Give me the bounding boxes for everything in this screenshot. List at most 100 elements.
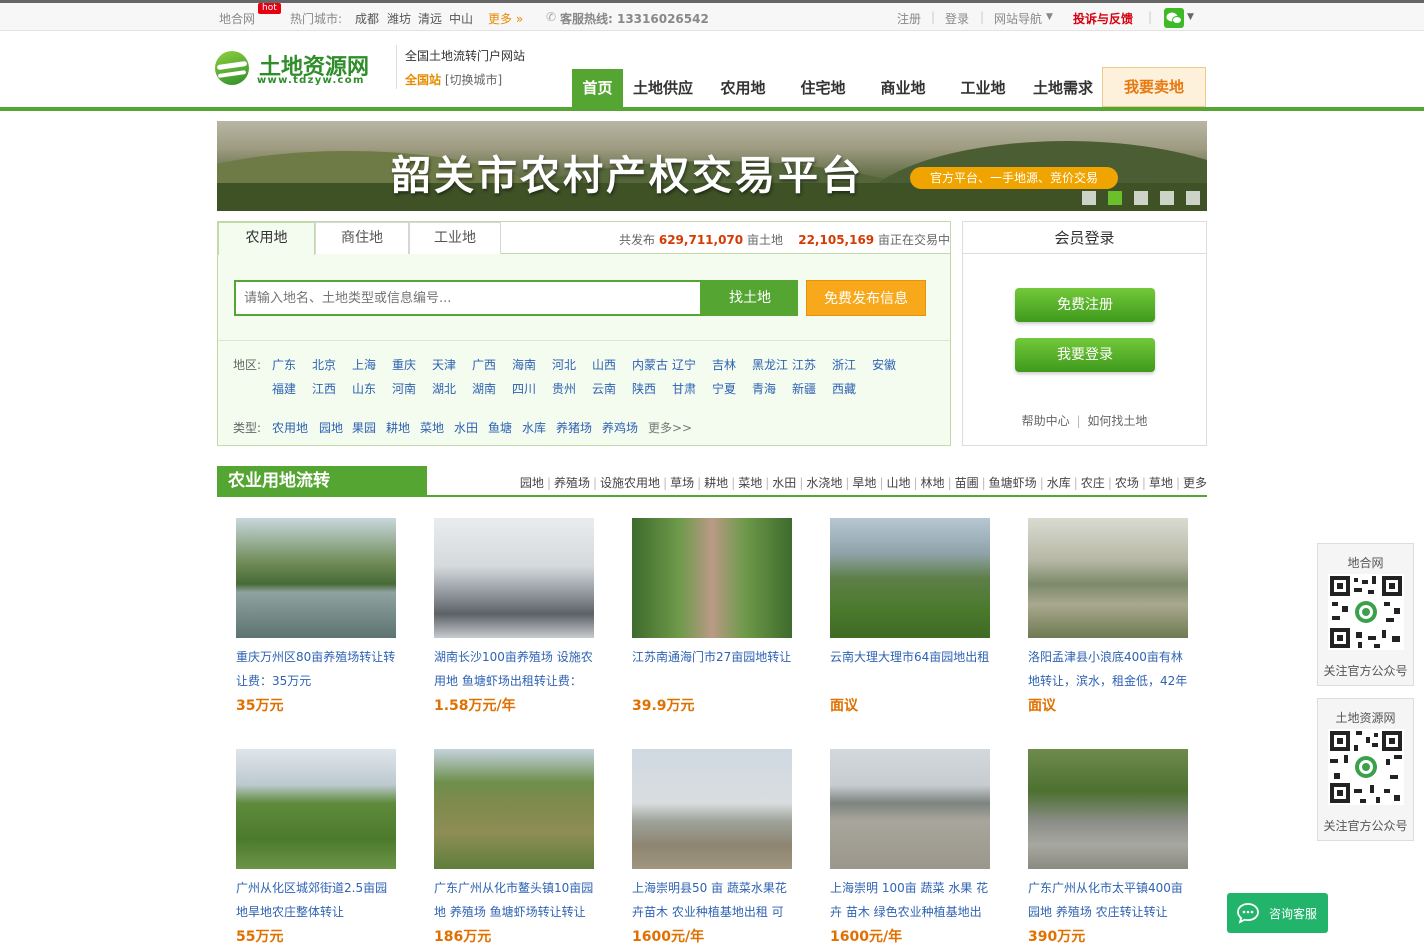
listing-photo[interactable] xyxy=(1028,749,1188,869)
listing-title[interactable]: 广东广州从化市太平镇400亩园地 养殖场 农庄转让转让 xyxy=(1028,876,1190,924)
type-link[interactable]: 水田 xyxy=(454,419,478,436)
nav-item-industrial[interactable]: 工业地 xyxy=(943,69,1023,107)
category-link[interactable]: 设施农用地 xyxy=(600,476,660,490)
category-link[interactable]: 旱地 xyxy=(852,476,876,490)
listing-title[interactable]: 湖南长沙100亩养殖场 设施农用地 鱼塘虾场出租转让费： xyxy=(434,645,596,693)
site-name-link[interactable]: 地合网 xyxy=(219,10,255,27)
category-link[interactable]: 园地 xyxy=(520,476,544,490)
category-link[interactable]: 菜地 xyxy=(738,476,762,490)
tab-commercial-residential[interactable]: 商住地 xyxy=(315,222,409,254)
type-link[interactable]: 水库 xyxy=(522,419,546,436)
category-link[interactable]: 苗圃 xyxy=(955,476,979,490)
category-link[interactable]: 水浇地 xyxy=(806,476,842,490)
region-link[interactable]: 陕西 xyxy=(632,380,656,397)
region-link[interactable]: 青海 xyxy=(752,380,776,397)
region-link[interactable]: 云南 xyxy=(592,380,616,397)
carousel-dot[interactable] xyxy=(1082,191,1096,205)
category-link[interactable]: 水库 xyxy=(1047,476,1071,490)
listing-photo[interactable] xyxy=(1028,518,1188,638)
listing-title[interactable]: 洛阳孟津县小浪底400亩有林地转让，滨水，租金低，42年 xyxy=(1028,645,1190,693)
more-cities-link[interactable]: 更多 » xyxy=(488,10,523,27)
region-link[interactable]: 四川 xyxy=(512,380,536,397)
region-link[interactable]: 天津 xyxy=(432,356,456,373)
region-link[interactable]: 浙江 xyxy=(832,356,856,373)
complaint-link[interactable]: 投诉与反馈 xyxy=(1073,10,1133,27)
listing-photo[interactable] xyxy=(236,749,396,869)
register-link[interactable]: 注册 xyxy=(897,10,921,27)
help-center-link[interactable]: 帮助中心 xyxy=(1022,414,1070,428)
listing-photo[interactable] xyxy=(830,518,990,638)
listing-photo[interactable] xyxy=(434,749,594,869)
region-link[interactable]: 海南 xyxy=(512,356,536,373)
more-types-link[interactable]: 更多>> xyxy=(648,419,692,436)
region-link[interactable]: 内蒙古 xyxy=(632,356,668,373)
category-link[interactable]: 水田 xyxy=(772,476,796,490)
nav-item-land-demand[interactable]: 土地需求 xyxy=(1023,69,1103,107)
login-button[interactable]: 我要登录 xyxy=(1015,338,1155,372)
category-link[interactable]: 草场 xyxy=(670,476,694,490)
site-logo[interactable]: 土地资源网 www.tdzyw.com xyxy=(215,47,395,91)
search-input[interactable] xyxy=(234,280,702,316)
listing-photo[interactable] xyxy=(434,518,594,638)
listing-photo[interactable] xyxy=(830,749,990,869)
nav-item-farmland[interactable]: 农用地 xyxy=(703,69,783,107)
type-link[interactable]: 果园 xyxy=(352,419,376,436)
region-link[interactable]: 北京 xyxy=(312,356,336,373)
region-link[interactable]: 江西 xyxy=(312,380,336,397)
region-link[interactable]: 黑龙江 xyxy=(752,356,788,373)
type-link[interactable]: 菜地 xyxy=(420,419,444,436)
listing-title[interactable]: 重庆万州区80亩养殖场转让转让费：35万元 xyxy=(236,645,398,693)
banner-carousel[interactable]: 韶关市农村产权交易平台 官方平台、一手地源、竞价交易 xyxy=(217,121,1207,211)
type-link[interactable]: 农用地 xyxy=(272,419,308,436)
type-link[interactable]: 养鸡场 xyxy=(602,419,638,436)
category-link[interactable]: 草地 xyxy=(1149,476,1173,490)
region-link[interactable]: 辽宁 xyxy=(672,356,696,373)
region-link[interactable]: 吉林 xyxy=(712,356,736,373)
search-button[interactable]: 找土地 xyxy=(702,280,798,316)
category-link[interactable]: 更多 xyxy=(1183,476,1207,490)
region-link[interactable]: 河南 xyxy=(392,380,416,397)
category-link[interactable]: 耕地 xyxy=(704,476,728,490)
nav-item-land-supply[interactable]: 土地供应 xyxy=(623,69,703,107)
region-link[interactable]: 宁夏 xyxy=(712,380,736,397)
type-link[interactable]: 养猪场 xyxy=(556,419,592,436)
carousel-dot[interactable] xyxy=(1160,191,1174,205)
free-register-button[interactable]: 免费注册 xyxy=(1015,288,1155,322)
type-link[interactable]: 园地 xyxy=(319,419,343,436)
how-to-find-link[interactable]: 如何找土地 xyxy=(1087,414,1147,428)
region-link[interactable]: 西藏 xyxy=(832,380,856,397)
login-link[interactable]: 登录 xyxy=(945,10,969,27)
category-link[interactable]: 养殖场 xyxy=(554,476,590,490)
region-link[interactable]: 山东 xyxy=(352,380,376,397)
region-link[interactable]: 新疆 xyxy=(792,380,816,397)
nav-item-home[interactable]: 首页 xyxy=(572,69,623,107)
tab-industrial[interactable]: 工业地 xyxy=(409,222,501,254)
listing-title[interactable]: 云南大理大理市64亩园地出租 xyxy=(830,645,992,693)
category-link[interactable]: 农庄 xyxy=(1081,476,1105,490)
listing-title[interactable]: 上海崇明县50 亩 蔬菜水果花卉苗木 农业种植基地出租 可 xyxy=(632,876,794,924)
nav-item-residential[interactable]: 住宅地 xyxy=(783,69,863,107)
type-link[interactable]: 耕地 xyxy=(386,419,410,436)
customer-service-button[interactable]: 咨询客服 xyxy=(1227,893,1328,933)
city-link[interactable]: 清远 xyxy=(418,10,442,27)
listing-photo[interactable] xyxy=(632,518,792,638)
sell-land-button[interactable]: 我要卖地 xyxy=(1102,67,1206,107)
region-link[interactable]: 河北 xyxy=(552,356,576,373)
region-link[interactable]: 湖南 xyxy=(472,380,496,397)
region-link[interactable]: 上海 xyxy=(352,356,376,373)
listing-photo[interactable] xyxy=(236,518,396,638)
region-link[interactable]: 广东 xyxy=(272,356,296,373)
switch-city-link[interactable]: [切换城市] xyxy=(445,73,502,87)
type-link[interactable]: 鱼塘 xyxy=(488,419,512,436)
region-link[interactable]: 湖北 xyxy=(432,380,456,397)
nav-item-commercial[interactable]: 商业地 xyxy=(863,69,943,107)
carousel-dot[interactable] xyxy=(1186,191,1200,205)
region-link[interactable]: 重庆 xyxy=(392,356,416,373)
wechat-icon[interactable] xyxy=(1164,8,1184,28)
publish-button[interactable]: 免费发布信息 xyxy=(806,280,926,316)
region-link[interactable]: 山西 xyxy=(592,356,616,373)
region-link[interactable]: 贵州 xyxy=(552,380,576,397)
region-link[interactable]: 甘肃 xyxy=(672,380,696,397)
carousel-dot-active[interactable] xyxy=(1108,191,1122,205)
region-link[interactable]: 江苏 xyxy=(792,356,816,373)
